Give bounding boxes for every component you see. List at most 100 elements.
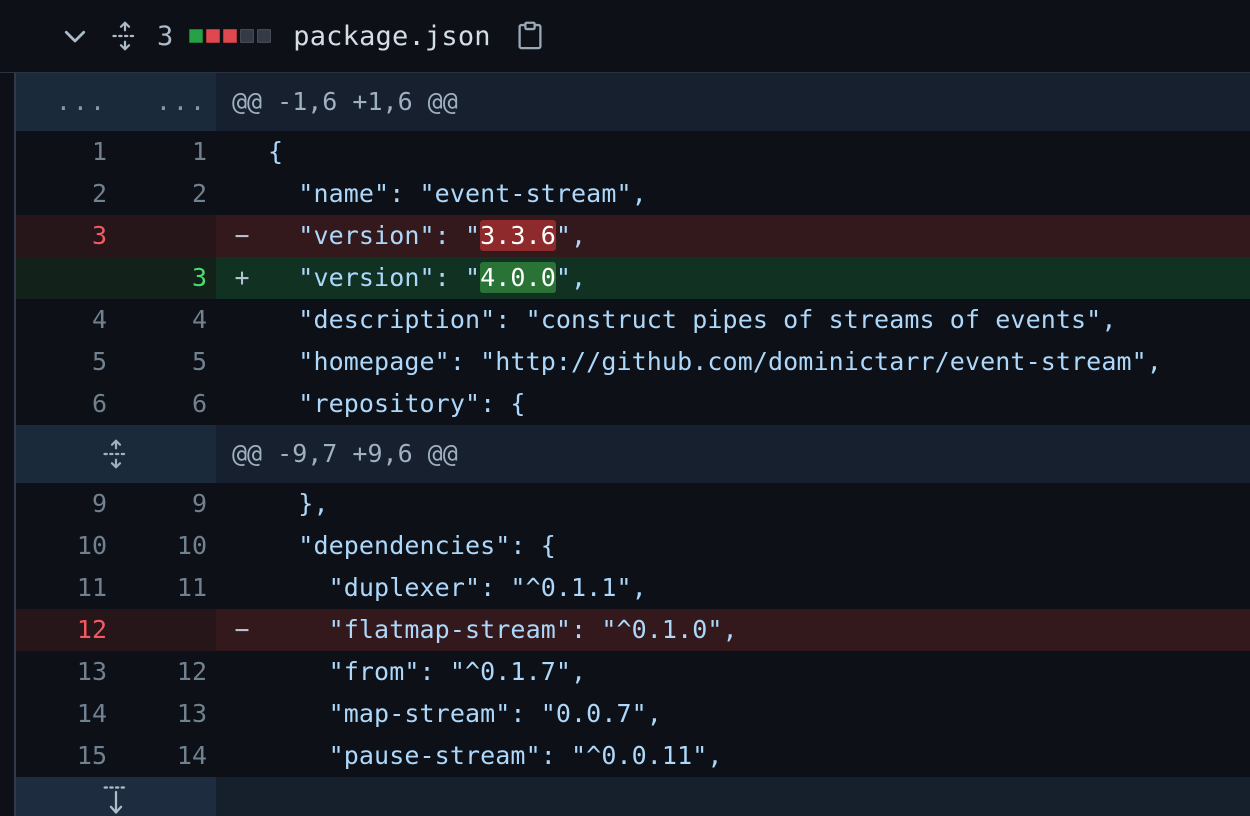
- old-line-number: 14: [76, 699, 107, 728]
- old-line-number: 10: [76, 531, 107, 560]
- diff-marker: +: [234, 263, 250, 292]
- new-line-number: [116, 215, 216, 257]
- chevron-down-icon[interactable]: [53, 14, 97, 58]
- hunk-code-cell: @@ -1,6 +1,6 @@: [216, 73, 1250, 131]
- code-line-text: "homepage": "http://github.com/dominicta…: [268, 347, 1162, 376]
- line-number-gutter[interactable]: 11: [16, 131, 216, 173]
- new-line-number: 1: [191, 137, 207, 166]
- code-cell[interactable]: − "version": "3.3.6",: [216, 215, 1250, 257]
- expand-up-down-icon[interactable]: [16, 425, 216, 483]
- diffstat-square-add: [189, 29, 204, 43]
- diff-file-header: 3 package.json: [0, 0, 1250, 73]
- code-line-text: "flatmap-stream": "^0.1.0",: [268, 615, 738, 644]
- diffstat-square-del: [223, 29, 238, 43]
- diff-line-context[interactable]: 15 14 "pause-stream": "^0.0.11",: [16, 735, 1250, 777]
- diff-line-context[interactable]: 22 "name": "event-stream",: [16, 173, 1250, 215]
- diff-line-context[interactable]: 13 12 "from": "^0.1.7",: [16, 651, 1250, 693]
- line-number-gutter[interactable]: 3: [16, 215, 216, 257]
- expand-down-code-cell: [216, 777, 1250, 816]
- diff-line-context[interactable]: 55 "homepage": "http://github.com/domini…: [16, 341, 1250, 383]
- new-line-number: 10: [176, 531, 207, 560]
- diff-marker: [216, 693, 268, 735]
- diff-line-context[interactable]: 10 10 "dependencies": {: [16, 525, 1250, 567]
- new-line-number: 6: [191, 389, 207, 418]
- file-left-rule: [14, 73, 16, 816]
- line-number-gutter[interactable]: 12: [16, 609, 216, 651]
- new-line-number: 13: [176, 699, 207, 728]
- line-number-gutter[interactable]: 11 11: [16, 567, 216, 609]
- line-number-gutter[interactable]: 22: [16, 173, 216, 215]
- line-number-gutter[interactable]: 66: [16, 383, 216, 425]
- diff-line-add[interactable]: 3 + "version": "4.0.0",: [16, 257, 1250, 299]
- old-line-number: 5: [91, 347, 107, 376]
- diff-line-del[interactable]: 12 − "flatmap-stream": "^0.1.0",: [16, 609, 1250, 651]
- code-cell[interactable]: "pause-stream": "^0.0.11",: [216, 735, 1250, 777]
- expand-down-row[interactable]: [16, 777, 1250, 816]
- hunk-header-row[interactable]: @@ -9,7 +9,6 @@: [16, 425, 1250, 483]
- code-cell[interactable]: "map-stream": "0.0.7",: [216, 693, 1250, 735]
- diff-marker: [216, 173, 268, 215]
- old-line-number: 11: [76, 573, 107, 602]
- line-number-gutter[interactable]: 99: [16, 483, 216, 525]
- code-cell[interactable]: "name": "event-stream",: [216, 173, 1250, 215]
- code-cell[interactable]: "from": "^0.1.7",: [216, 651, 1250, 693]
- diff-marker: [216, 735, 268, 777]
- new-line-number: 2: [191, 179, 207, 208]
- code-cell[interactable]: },: [216, 483, 1250, 525]
- copy-path-icon[interactable]: [513, 16, 547, 56]
- new-line-number: 12: [176, 657, 207, 686]
- code-line-text: "map-stream": "0.0.7",: [268, 699, 662, 728]
- hunk-code-cell: @@ -9,7 +9,6 @@: [216, 425, 1250, 483]
- line-number-gutter[interactable]: 13 12: [16, 651, 216, 693]
- hunk-old-ellipsis: ...: [55, 87, 107, 116]
- code-line-text: "version": "3.3.6",: [268, 220, 587, 251]
- new-line-number: [116, 609, 216, 651]
- expand-down-icon[interactable]: [16, 777, 216, 816]
- code-line-text: "dependencies": {: [268, 531, 556, 560]
- diff-line-context[interactable]: 44 "description": "construct pipes of st…: [16, 299, 1250, 341]
- code-cell[interactable]: "homepage": "http://github.com/dominicta…: [216, 341, 1250, 383]
- diff-line-del[interactable]: 3 − "version": "3.3.6",: [16, 215, 1250, 257]
- code-line-text: "name": "event-stream",: [268, 179, 647, 208]
- line-number-gutter[interactable]: 55: [16, 341, 216, 383]
- diff-marker: [216, 567, 268, 609]
- code-cell[interactable]: "description": "construct pipes of strea…: [216, 299, 1250, 341]
- hunk-gutter[interactable]: [16, 425, 216, 483]
- diff-line-context[interactable]: 14 13 "map-stream": "0.0.7",: [16, 693, 1250, 735]
- line-number-gutter[interactable]: 3: [16, 257, 216, 299]
- diff-line-context[interactable]: 66 "repository": {: [16, 383, 1250, 425]
- diff-line-context[interactable]: 11 11 "duplexer": "^0.1.1",: [16, 567, 1250, 609]
- code-cell[interactable]: + "version": "4.0.0",: [216, 257, 1250, 299]
- added-word-highlight: 4.0.0: [480, 262, 556, 293]
- old-line-number: 1: [91, 137, 107, 166]
- diffstat-square-neutral: [257, 29, 272, 43]
- line-number-gutter[interactable]: 44: [16, 299, 216, 341]
- new-line-number: 14: [176, 741, 207, 770]
- code-line-text: {: [268, 137, 284, 166]
- line-number-gutter[interactable]: 15 14: [16, 735, 216, 777]
- code-cell[interactable]: {: [216, 131, 1250, 173]
- file-name[interactable]: package.json: [293, 21, 490, 52]
- hunk-header-row[interactable]: ...... @@ -1,6 +1,6 @@: [16, 73, 1250, 131]
- diff-line-context[interactable]: 1 1{: [16, 131, 1250, 173]
- code-cell[interactable]: "duplexer": "^0.1.1",: [216, 567, 1250, 609]
- new-line-number: 3: [191, 263, 207, 292]
- diff-marker: [216, 341, 268, 383]
- diff-line-context[interactable]: 99 },: [16, 483, 1250, 525]
- diff-marker: [216, 651, 268, 693]
- code-cell[interactable]: "dependencies": {: [216, 525, 1250, 567]
- diff-file-view: 3 package.json ...... @@ -1,6 +1,6 @@ 1 1{2…: [0, 0, 1250, 816]
- code-cell[interactable]: − "flatmap-stream": "^0.1.0",: [216, 609, 1250, 651]
- hunk-gutter[interactable]: ......: [16, 73, 216, 131]
- line-number-gutter[interactable]: 10 10: [16, 525, 216, 567]
- code-cell[interactable]: "repository": {: [216, 383, 1250, 425]
- line-number-gutter[interactable]: 14 13: [16, 693, 216, 735]
- diffstat-square-neutral: [240, 29, 255, 43]
- old-line-number: 13: [76, 657, 107, 686]
- expand-down-gutter[interactable]: [16, 777, 216, 816]
- expand-all-icon[interactable]: [103, 14, 147, 58]
- code-line-text: "pause-stream": "^0.0.11",: [268, 741, 723, 770]
- diff-marker: [216, 299, 268, 341]
- code-line-text: "from": "^0.1.7",: [268, 657, 587, 686]
- code-line-text: "repository": {: [268, 389, 526, 418]
